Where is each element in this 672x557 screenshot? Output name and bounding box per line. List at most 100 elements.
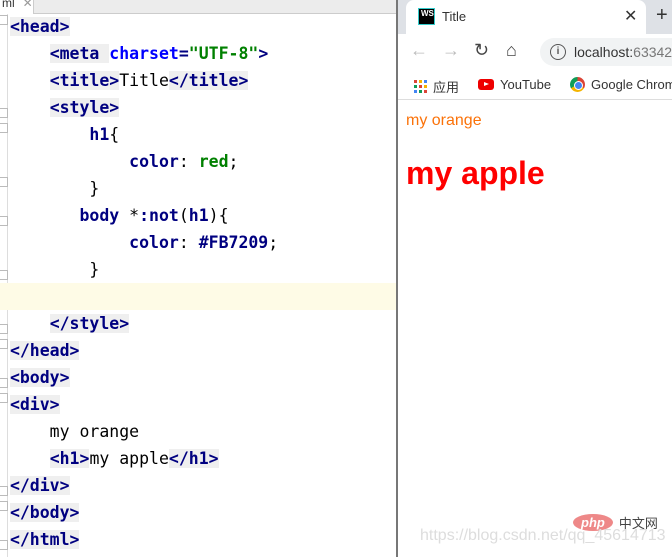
fold-marker-icon[interactable]: [0, 540, 8, 550]
code-token: my orange: [9, 422, 140, 441]
fold-marker-icon[interactable]: [0, 177, 8, 187]
code-token: ;: [228, 152, 239, 171]
code-line[interactable]: h1{: [0, 121, 396, 148]
code-line[interactable]: color: #FB7209;: [0, 229, 396, 256]
code-editor[interactable]: ml ✕ <head> <meta charset="UTF-8"> <title…: [0, 0, 396, 557]
code-line[interactable]: color: red;: [0, 148, 396, 175]
bookmark-label: YouTube: [500, 77, 552, 92]
code-token: <h1>: [49, 449, 90, 468]
new-tab-button[interactable]: +: [656, 4, 668, 27]
bookmark-label: 应用: [433, 80, 460, 95]
fold-marker-icon[interactable]: [0, 486, 8, 496]
code-token: red: [198, 152, 229, 171]
code-line[interactable]: <meta charset="UTF-8">: [0, 40, 396, 67]
code-token: </div>: [9, 476, 70, 495]
code-line[interactable]: <title>Title</title>: [0, 67, 396, 94]
code-token: ){: [208, 206, 229, 225]
code-token: {: [109, 125, 120, 144]
code-token: h1: [188, 206, 209, 225]
code-line[interactable]: }: [0, 256, 396, 283]
editor-tab[interactable]: ml ✕: [0, 0, 34, 14]
fold-marker-icon[interactable]: [0, 123, 8, 133]
back-icon[interactable]: ←: [410, 40, 428, 61]
code-token: body: [79, 206, 130, 225]
tab-bar: WS Title ✕ +: [398, 0, 672, 34]
code-line[interactable]: [0, 283, 396, 310]
webstorm-favicon-icon: WS: [418, 8, 435, 25]
code-token: h1: [89, 125, 110, 144]
code-token: <body>: [9, 368, 70, 387]
code-line[interactable]: <body>: [0, 364, 396, 391]
code-token: charset: [109, 44, 179, 63]
code-line[interactable]: }: [0, 175, 396, 202]
bookmark-apps[interactable]: 应用: [414, 77, 459, 96]
fold-marker-icon[interactable]: [0, 339, 8, 349]
fold-marker-icon[interactable]: [0, 270, 8, 280]
bookmarks-bar: 应用 YouTube Google Chrome: [398, 70, 672, 100]
code-line[interactable]: <h1>my apple</h1>: [0, 445, 396, 472]
code-token: }: [9, 260, 100, 279]
fold-marker-icon[interactable]: [0, 216, 8, 226]
code-token: "UTF-8": [188, 44, 259, 63]
code-line[interactable]: <head>: [0, 13, 396, 40]
code-token: <div>: [9, 395, 60, 414]
home-icon[interactable]: ⌂: [506, 40, 517, 61]
code-line[interactable]: </div>: [0, 472, 396, 499]
address-bar[interactable]: i localhost:63342: [540, 38, 672, 66]
fold-marker-icon[interactable]: [0, 378, 8, 388]
code-token: </body>: [9, 503, 80, 522]
close-tab-icon[interactable]: ✕: [624, 6, 637, 26]
code-line[interactable]: <div>: [0, 391, 396, 418]
info-icon[interactable]: i: [550, 44, 566, 60]
fold-marker-icon[interactable]: [0, 324, 8, 334]
code-token: <meta: [49, 44, 110, 63]
bookmark-youtube[interactable]: YouTube: [478, 77, 551, 92]
code-line[interactable]: <style>: [0, 94, 396, 121]
url-port: 63342: [633, 44, 672, 60]
bookmark-label: Google Chrome: [591, 77, 672, 92]
code-token: </title>: [168, 71, 249, 90]
code-line[interactable]: </head>: [0, 337, 396, 364]
forward-icon[interactable]: →: [442, 40, 460, 61]
browser-tab[interactable]: WS Title ✕: [406, 0, 646, 34]
orange-text: my orange: [406, 112, 482, 129]
code-token: color: [129, 233, 179, 252]
apps-grid-icon: [414, 80, 427, 93]
tab-title: Title: [442, 9, 467, 24]
code-line[interactable]: </body>: [0, 499, 396, 526]
code-token: <style>: [49, 98, 120, 117]
apple-heading: my apple: [406, 155, 545, 191]
code-line[interactable]: </html>: [0, 526, 396, 553]
fold-marker-icon[interactable]: [0, 393, 8, 403]
code-token: Title: [119, 71, 169, 90]
close-icon[interactable]: ✕: [23, 0, 33, 10]
bookmark-google-chrome[interactable]: Google Chrome: [570, 77, 672, 92]
reload-icon[interactable]: ↻: [474, 40, 489, 61]
code-token: >: [258, 44, 269, 63]
code-token: =: [178, 44, 189, 63]
code-token: </style>: [49, 314, 130, 333]
code-token: }: [9, 179, 100, 198]
code-line[interactable]: </style>: [0, 310, 396, 337]
code-token: color: [129, 152, 179, 171]
fold-marker-icon[interactable]: [0, 108, 8, 118]
code-token: #FB7209: [198, 233, 269, 252]
code-token: (: [178, 206, 189, 225]
code-token: my apple: [89, 449, 169, 468]
code-line[interactable]: body *:not(h1){: [0, 202, 396, 229]
code-token: <head>: [9, 17, 70, 36]
watermark-url: https://blog.csdn.net/qq_45614713: [420, 527, 666, 544]
editor-tab-bar: ml ✕: [0, 0, 396, 14]
fold-marker-icon[interactable]: [0, 501, 8, 511]
fold-marker-icon[interactable]: [0, 15, 8, 25]
code-line[interactable]: my orange: [0, 418, 396, 445]
youtube-icon: [478, 79, 494, 90]
browser-window: WS Title ✕ + ← → ↻ ⌂ i localhost:63342 应…: [396, 0, 672, 557]
